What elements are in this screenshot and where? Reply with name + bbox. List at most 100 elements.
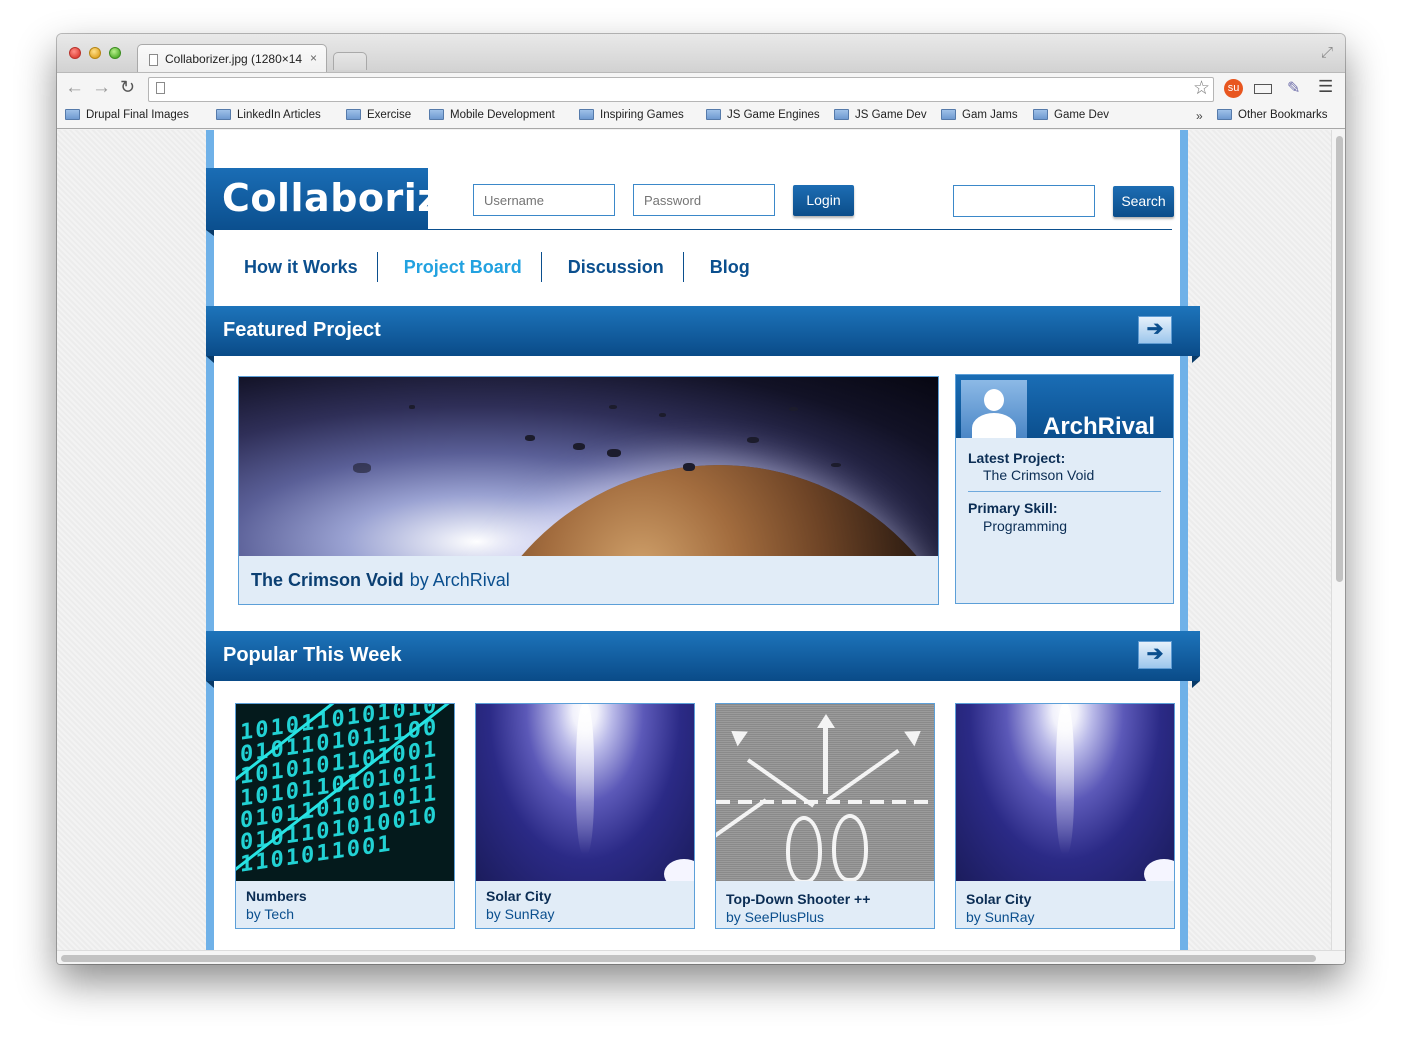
cloud: [1144, 859, 1174, 881]
bookmarks-overflow-icon[interactable]: »: [1196, 109, 1203, 123]
fullscreen-icon[interactable]: ⤢: [1321, 44, 1333, 61]
site-page: Collaborizer Login Search How it Works P…: [206, 130, 1200, 950]
close-window-button[interactable]: [69, 47, 81, 59]
site-logo[interactable]: Collaborizer: [206, 168, 485, 236]
bookmark-mobile-development[interactable]: Mobile Development: [429, 109, 555, 121]
password-input[interactable]: [633, 184, 775, 216]
featured-project-header: Featured Project ➔: [206, 306, 1200, 363]
folder-icon: [834, 109, 849, 120]
browser-toolbar: ← → ↻ ☆ su ✎ ☰: [57, 72, 1345, 105]
minimize-window-button[interactable]: [89, 47, 101, 59]
featured-next-arrow-icon[interactable]: ➔: [1138, 316, 1172, 344]
debris: [573, 443, 585, 450]
header-divider: [214, 229, 1172, 230]
tile-author[interactable]: by SeePlusPlus: [726, 909, 824, 925]
arrow-shaft: [716, 798, 768, 848]
search-button[interactable]: Search: [1113, 186, 1174, 217]
folder-icon: [1033, 109, 1048, 120]
profile-name[interactable]: ArchRival: [1043, 413, 1155, 441]
nav-discussion[interactable]: Discussion: [558, 252, 684, 282]
planet-graphic: [459, 465, 938, 556]
featured-project-image[interactable]: [239, 377, 938, 556]
bookmark-exercise[interactable]: Exercise: [346, 109, 411, 121]
username-input[interactable]: [473, 184, 615, 216]
title-bar: Collaborizer.jpg (1280×14 × ⤢: [57, 34, 1345, 73]
section-title: Featured Project: [223, 319, 381, 341]
latest-project-label: Latest Project:: [968, 450, 1066, 466]
debris: [831, 463, 841, 467]
debris: [659, 413, 666, 417]
tile-author[interactable]: by SunRay: [966, 909, 1034, 925]
forward-arrow-icon[interactable]: →: [92, 77, 111, 99]
avatar[interactable]: [961, 380, 1027, 438]
ruler-icon[interactable]: [1254, 84, 1272, 94]
nav-blog[interactable]: Blog: [700, 252, 769, 282]
tile-author[interactable]: by SunRay: [486, 906, 554, 922]
browser-window: Collaborizer.jpg (1280×14 × ⤢ ← → ↻ ☆ su…: [57, 34, 1345, 964]
featured-project-title[interactable]: The Crimson Void: [251, 570, 404, 590]
login-button[interactable]: Login: [793, 185, 854, 216]
popular-tile[interactable]: Solar City by SunRay: [475, 703, 695, 929]
reload-icon[interactable]: ↻: [120, 77, 135, 98]
bookmark-js-game-engines[interactable]: JS Game Engines: [706, 109, 820, 121]
tile-image-road: [716, 704, 934, 881]
debris: [353, 463, 371, 473]
document-icon: [149, 54, 158, 66]
menu-icon[interactable]: ☰: [1318, 77, 1333, 97]
featured-project-author[interactable]: by ArchRival: [410, 570, 510, 590]
profile-header: ArchRival: [956, 375, 1173, 441]
popular-this-week-header: Popular This Week ➔: [206, 631, 1200, 688]
popular-next-arrow-icon[interactable]: ➔: [1138, 641, 1172, 669]
bookmark-drupal-final-images[interactable]: Drupal Final Images: [65, 109, 189, 121]
popular-tile[interactable]: Solar City by SunRay: [955, 703, 1175, 929]
vertical-scroll-thumb[interactable]: [1336, 136, 1343, 582]
tab-close-button[interactable]: ×: [310, 51, 317, 65]
debris: [747, 437, 759, 443]
tab-title: Collaborizer.jpg (1280×14: [165, 52, 303, 66]
light-beam: [1056, 704, 1074, 854]
tile-title: Numbers: [246, 888, 307, 904]
popular-tile[interactable]: 1010110101010010110101110010101011010011…: [235, 703, 455, 929]
stumbleupon-icon[interactable]: su: [1224, 79, 1243, 98]
bookmark-game-dev[interactable]: Game Dev: [1033, 109, 1109, 121]
featured-project-card[interactable]: The Crimson Void by ArchRival: [238, 376, 939, 605]
latest-project-value[interactable]: The Crimson Void: [983, 467, 1094, 483]
folder-icon: [346, 109, 361, 120]
profile-divider: [968, 491, 1161, 492]
folder-icon: [216, 109, 231, 120]
bookmark-gam-jams[interactable]: Gam Jams: [941, 109, 1018, 121]
folder-icon: [706, 109, 721, 120]
address-bar[interactable]: [148, 77, 1214, 102]
tile-image-sun: [956, 704, 1174, 881]
popular-tile[interactable]: Top-Down Shooter ++ by SeePlusPlus: [715, 703, 935, 929]
binary-digits-graphic: 1010110101010010110101110010101011010011…: [240, 704, 439, 878]
arrow-shaft: [826, 749, 900, 802]
debris: [609, 405, 617, 409]
back-arrow-icon[interactable]: ←: [65, 77, 84, 99]
bookmark-linkedin-articles[interactable]: LinkedIn Articles: [216, 109, 321, 121]
arrow-up-right-icon: [904, 723, 926, 747]
nav-how-it-works[interactable]: How it Works: [234, 252, 378, 282]
tile-author[interactable]: by Tech: [246, 906, 294, 922]
dashed-line: [716, 800, 934, 804]
folder-icon: [1217, 109, 1232, 120]
nav-project-board[interactable]: Project Board: [394, 252, 542, 282]
bookmark-inspiring-games[interactable]: Inspiring Games: [579, 109, 684, 121]
debris: [409, 405, 415, 409]
arrow-shaft: [823, 728, 828, 794]
arrow-up-icon: [817, 714, 835, 728]
debris: [683, 463, 695, 471]
new-tab-button[interactable]: [333, 52, 367, 70]
bookmark-other-bookmarks[interactable]: Other Bookmarks: [1217, 109, 1327, 121]
eyedropper-icon[interactable]: ✎: [1287, 78, 1300, 98]
search-input[interactable]: [953, 185, 1095, 217]
debris: [607, 449, 621, 457]
bookmark-js-game-dev[interactable]: JS Game Dev: [834, 109, 927, 121]
horizontal-scrollbar[interactable]: [57, 950, 1345, 964]
vertical-scrollbar[interactable]: [1331, 130, 1345, 950]
browser-tab[interactable]: Collaborizer.jpg (1280×14 ×: [137, 44, 327, 73]
zoom-window-button[interactable]: [109, 47, 121, 59]
user-body-icon: [972, 413, 1016, 438]
debris: [789, 407, 798, 411]
horizontal-scroll-thumb[interactable]: [61, 955, 1316, 962]
